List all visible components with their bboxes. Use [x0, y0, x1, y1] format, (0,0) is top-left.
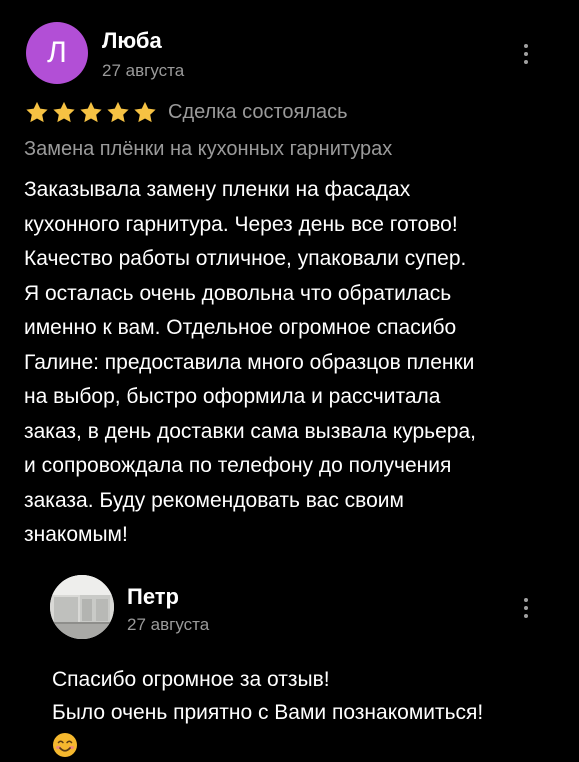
review-text-line: знакомым!	[24, 523, 128, 546]
review-text-line: и сопровождала по телефону до получения	[24, 454, 452, 477]
deal-status: Сделка состоялась	[168, 101, 348, 123]
star-icon	[26, 101, 48, 122]
service-name: Замена плёнки на кухонных гарнитурах	[24, 138, 393, 160]
review-date: 27 августа	[102, 61, 185, 80]
reply-text-line: Было очень приятно с Вами познакомиться!	[52, 701, 484, 724]
review-text-line: Качество работы отличное, упаковали супе…	[24, 247, 467, 270]
star-icon	[53, 101, 75, 122]
reply-avatar[interactable]	[50, 575, 114, 639]
reply-text: Спасибо огромное за отзыв! Было очень пр…	[52, 663, 483, 729]
star-rating	[24, 100, 158, 125]
review-text: Заказывала замену пленки на фасадах кухо…	[24, 173, 564, 553]
review-text-line: Заказывала замену пленки на фасадах	[24, 178, 411, 201]
star-icon	[80, 101, 102, 122]
reply-more-options-icon[interactable]	[518, 594, 534, 622]
review-card: Л Люба 27 августа Сделка состоялась Заме…	[0, 0, 579, 560]
star-icon	[134, 101, 156, 122]
review-text-line: кухонного гарнитура. Через день все гото…	[24, 212, 458, 236]
kitchen-photo-icon	[50, 575, 114, 639]
review-text-line: Галине: предоставила много образцов плен…	[24, 350, 475, 374]
review-text-line: именно к вам. Отдельное огромное спасибо	[24, 316, 457, 339]
reply-date: 27 августа	[127, 615, 210, 634]
avatar-letter: Л	[47, 36, 67, 69]
reply-author-name[interactable]: Петр	[127, 584, 179, 610]
rating-row: Сделка состоялась	[24, 99, 348, 125]
smiling-face-emoji-icon	[53, 733, 77, 757]
avatar[interactable]: Л	[26, 22, 88, 84]
review-text-line: заказа. Буду рекомендовать вас своим	[24, 488, 404, 512]
review-text-line: на выбор, быстро оформила и рассчитала	[24, 385, 441, 408]
review-text-line: Я осталась очень довольна что обратилась	[24, 281, 452, 305]
reply-text-line: Спасибо огромное за отзыв!	[52, 668, 330, 691]
review-text-line: заказ, в день доставки сама вызвала курь…	[24, 419, 476, 443]
star-icon	[107, 101, 129, 122]
reply-card: Петр 27 августа Спасибо огромное за отзы…	[0, 565, 579, 762]
review-author-name[interactable]: Люба	[102, 28, 162, 54]
review-more-options-icon[interactable]	[518, 40, 534, 68]
